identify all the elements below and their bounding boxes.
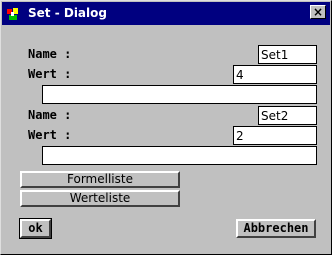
app-icon xyxy=(5,6,21,22)
window-title: Set - Dialog xyxy=(28,6,107,20)
werteliste-button[interactable]: Werteliste xyxy=(20,190,180,207)
set-dialog-window: Set - Dialog × Name : Set1 Wert : 4 Name… xyxy=(0,0,332,255)
wert-label-1: Wert : xyxy=(28,67,72,81)
formula-input-2[interactable] xyxy=(42,146,317,165)
abbrechen-button[interactable]: Abbrechen xyxy=(236,219,316,238)
formula-input-1[interactable] xyxy=(42,85,317,104)
name-input-2[interactable]: Set2 xyxy=(258,106,317,125)
close-button[interactable]: × xyxy=(310,5,326,19)
wert-input-1[interactable]: 4 xyxy=(233,65,317,84)
title-bar[interactable]: Set - Dialog × xyxy=(2,2,330,25)
ok-button[interactable]: ok xyxy=(20,219,51,238)
name-label-2: Name : xyxy=(28,108,72,122)
name-input-1[interactable]: Set1 xyxy=(258,45,317,64)
formelliste-button[interactable]: Formelliste xyxy=(20,171,180,188)
name-label-1: Name : xyxy=(28,47,72,61)
wert-input-2[interactable]: 2 xyxy=(233,126,317,145)
wert-label-2: Wert : xyxy=(28,128,72,142)
